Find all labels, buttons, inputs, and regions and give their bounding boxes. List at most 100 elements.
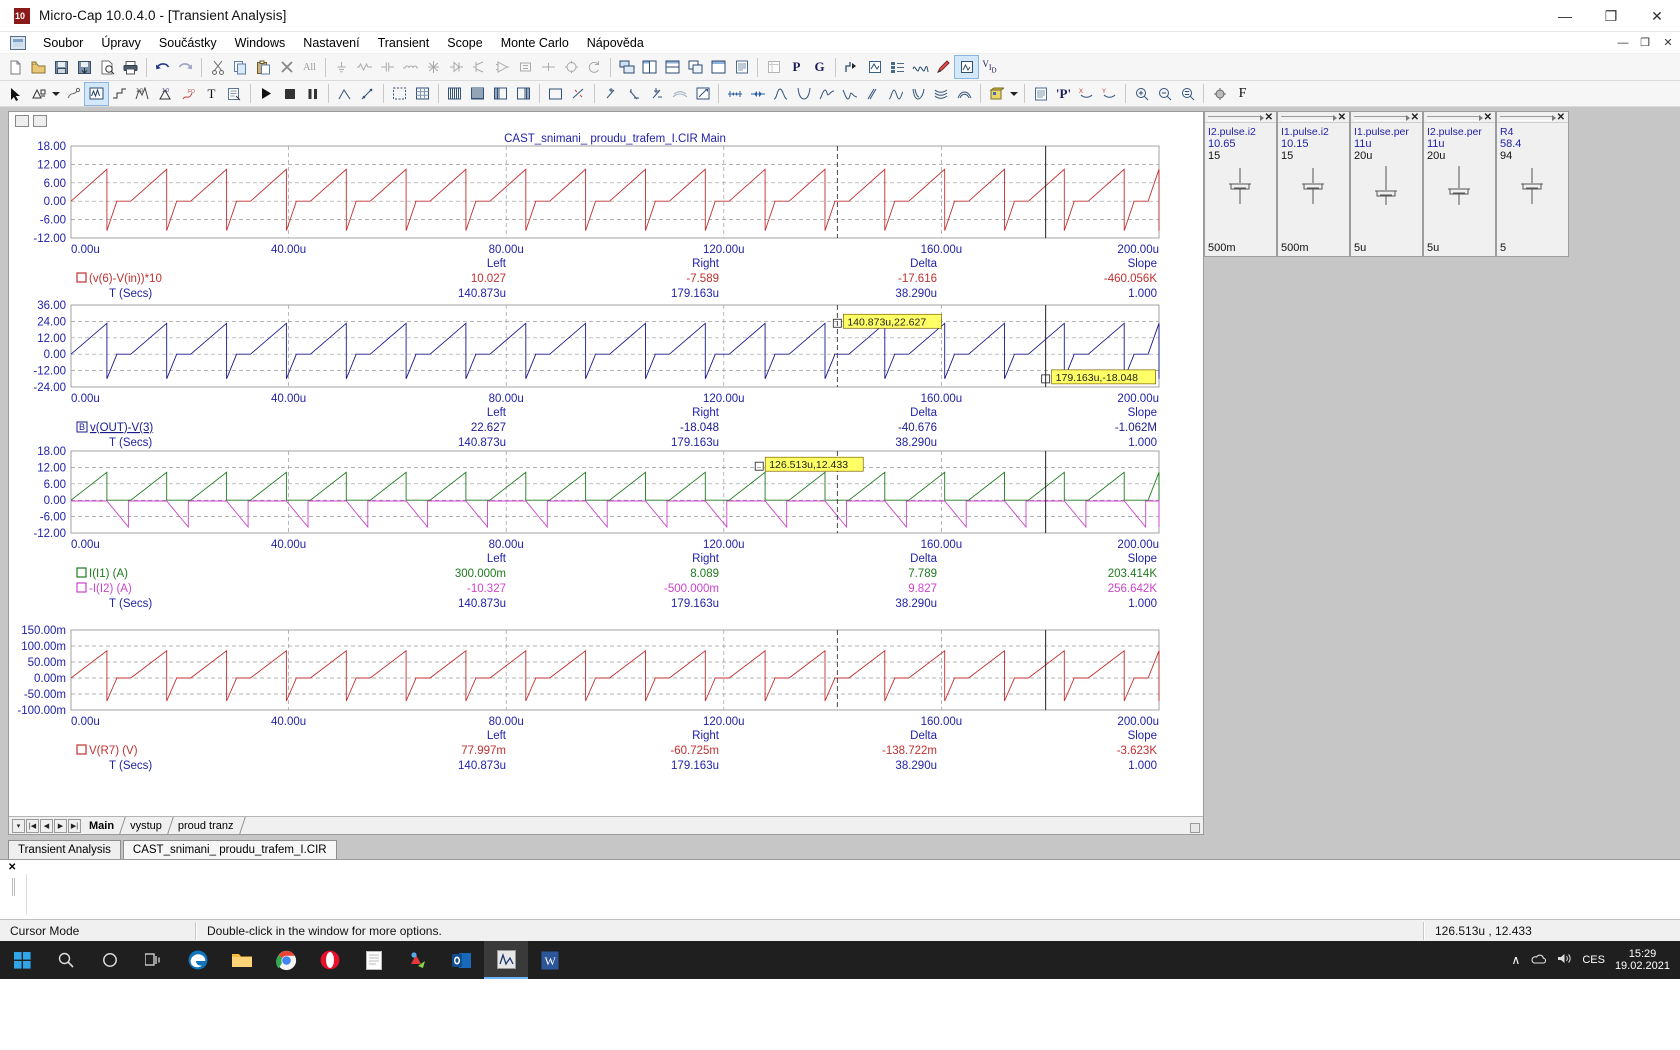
microcap-taskbar-icon[interactable] [484, 941, 528, 979]
redo-icon[interactable] [174, 56, 197, 78]
select-all-icon[interactable]: All [298, 56, 321, 78]
color-palette-icon[interactable] [985, 83, 1008, 105]
probe-g-icon[interactable]: G [808, 56, 831, 78]
bottom-pane-grip[interactable] [12, 878, 15, 896]
notepad-icon[interactable] [352, 941, 396, 979]
save-all-icon[interactable] [73, 56, 96, 78]
panel-slider[interactable] [1351, 162, 1422, 208]
meter-icon[interactable] [560, 56, 583, 78]
scatter-icon[interactable] [567, 83, 590, 105]
new-file-icon[interactable] [4, 56, 27, 78]
component-panel-i1-pulse-per[interactable]: ✕ I1.pulse.per 11u 20u 5u [1350, 111, 1423, 257]
highlight-pen-icon[interactable] [932, 56, 955, 78]
menu-windows[interactable]: Windows [226, 34, 295, 52]
paste-icon[interactable] [252, 56, 275, 78]
inner-close-button[interactable]: ✕ [1656, 33, 1680, 53]
next-valley-icon[interactable] [907, 83, 930, 105]
waveform-plots[interactable]: CAST_snimani_ proudu_trafem_I.CIR Main 18… [9, 130, 1203, 790]
cursor-left-right-icon[interactable] [723, 83, 746, 105]
panel-slider[interactable] [1278, 162, 1349, 208]
tray-chevron-icon[interactable]: ∧ [1512, 953, 1521, 967]
component-panel-i2-pulse-per[interactable]: ✕ I2.pulse.per 11u 20u 5u [1423, 111, 1496, 257]
menu-scope[interactable]: Scope [438, 34, 491, 52]
search-icon[interactable] [44, 941, 88, 979]
x-axis-scale-icon[interactable]: X [1075, 83, 1098, 105]
block-icon[interactable] [514, 56, 537, 78]
page-dropdown-button[interactable]: ▾ [12, 818, 25, 833]
panel-grip[interactable]: ✕ [1424, 112, 1495, 123]
menu-transient[interactable]: Transient [369, 34, 439, 52]
stop-icon[interactable] [278, 83, 301, 105]
node-number-icon[interactable]: 1,0 [154, 83, 177, 105]
file-explorer-icon[interactable] [220, 941, 264, 979]
stepper-icon[interactable] [108, 83, 131, 105]
maximize-window-icon[interactable] [707, 56, 730, 78]
mixed-mode-icon[interactable]: 1,0 [131, 83, 154, 105]
component-panel-i1-pulse-i2[interactable]: ✕ I1.pulse.i2 10.15 15 500m [1277, 111, 1350, 257]
start-icon[interactable] [0, 941, 44, 979]
component-dropdown-icon[interactable] [50, 83, 62, 105]
formula-icon[interactable]: FO [177, 83, 200, 105]
inner-restore-button[interactable]: ❐ [1634, 33, 1656, 53]
panel-grip[interactable]: ✕ [1205, 112, 1276, 123]
multi-trace-icon[interactable] [930, 83, 953, 105]
maximize-button[interactable]: ❐ [1588, 0, 1634, 32]
opamp-icon[interactable] [491, 56, 514, 78]
menu-upravy[interactable]: Úpravy [92, 34, 150, 52]
tolerance-icon[interactable] [1208, 83, 1231, 105]
cortana-icon[interactable] [88, 941, 132, 979]
table-icon[interactable] [762, 56, 785, 78]
component-panel-r4[interactable]: ✕ R4 58.4 94 5 [1496, 111, 1569, 257]
waveform-icon[interactable] [909, 56, 932, 78]
copy-icon[interactable] [229, 56, 252, 78]
ground-icon[interactable] [330, 56, 353, 78]
peak-find-icon[interactable] [769, 83, 792, 105]
tile-horizontal-icon[interactable] [661, 56, 684, 78]
onedrive-icon[interactable] [1530, 953, 1547, 968]
resistor-icon[interactable] [353, 56, 376, 78]
undo-icon[interactable] [151, 56, 174, 78]
cascade-icon[interactable] [684, 56, 707, 78]
opera-icon[interactable] [308, 941, 352, 979]
zoom-fit-icon[interactable] [1176, 83, 1199, 105]
zoom-out-icon[interactable] [1153, 83, 1176, 105]
function-icon[interactable]: F [1231, 83, 1254, 105]
split-trace-icon[interactable] [645, 83, 668, 105]
next-peak-icon[interactable] [884, 83, 907, 105]
palette-dropdown-icon[interactable] [1008, 83, 1020, 105]
panel-slider[interactable] [1497, 162, 1568, 208]
tile-vertical-icon[interactable] [638, 56, 661, 78]
step-icon[interactable] [840, 56, 863, 78]
probe-p-icon[interactable]: P [785, 56, 808, 78]
edge-icon[interactable] [176, 941, 220, 979]
plot-box-icon[interactable] [544, 83, 567, 105]
panel-grip[interactable]: ✕ [1351, 112, 1422, 123]
rotate-icon[interactable] [583, 56, 606, 78]
stepping-icon[interactable] [886, 56, 909, 78]
text-tool-icon[interactable]: T [200, 83, 223, 105]
task-view-icon[interactable] [132, 941, 176, 979]
right-grid-icon[interactable] [512, 83, 535, 105]
panel-grip[interactable]: ✕ [1497, 112, 1568, 123]
cursor-mode-icon[interactable] [954, 55, 979, 79]
text-mode-icon[interactable] [62, 83, 85, 105]
pause-icon[interactable] [301, 83, 324, 105]
cut-icon[interactable] [206, 56, 229, 78]
component-panel-i2-pulse-i2[interactable]: ✕ I2.pulse.i2 10.65 15 500m [1204, 111, 1277, 257]
numeric-table-icon[interactable] [1029, 83, 1052, 105]
page-tab-vystup[interactable]: vystup [123, 817, 171, 834]
window-minimize-icon[interactable] [33, 115, 47, 127]
page-tab-main[interactable]: Main [82, 817, 123, 834]
performance-icon[interactable]: 'P' [1052, 83, 1075, 105]
taskbar-clock[interactable]: 15:29 19.02.2021 [1615, 948, 1670, 972]
cursor-both-icon[interactable] [746, 83, 769, 105]
open-file-icon[interactable] [27, 56, 50, 78]
diode-icon[interactable] [445, 56, 468, 78]
menu-soucastky[interactable]: Součástky [150, 34, 226, 52]
panel-slider[interactable] [1205, 162, 1276, 208]
node-icon[interactable] [537, 56, 560, 78]
print-icon[interactable] [119, 56, 142, 78]
inductor-icon[interactable] [399, 56, 422, 78]
converge-icon[interactable] [953, 83, 976, 105]
page-prev-button[interactable]: ◀ [40, 818, 53, 833]
